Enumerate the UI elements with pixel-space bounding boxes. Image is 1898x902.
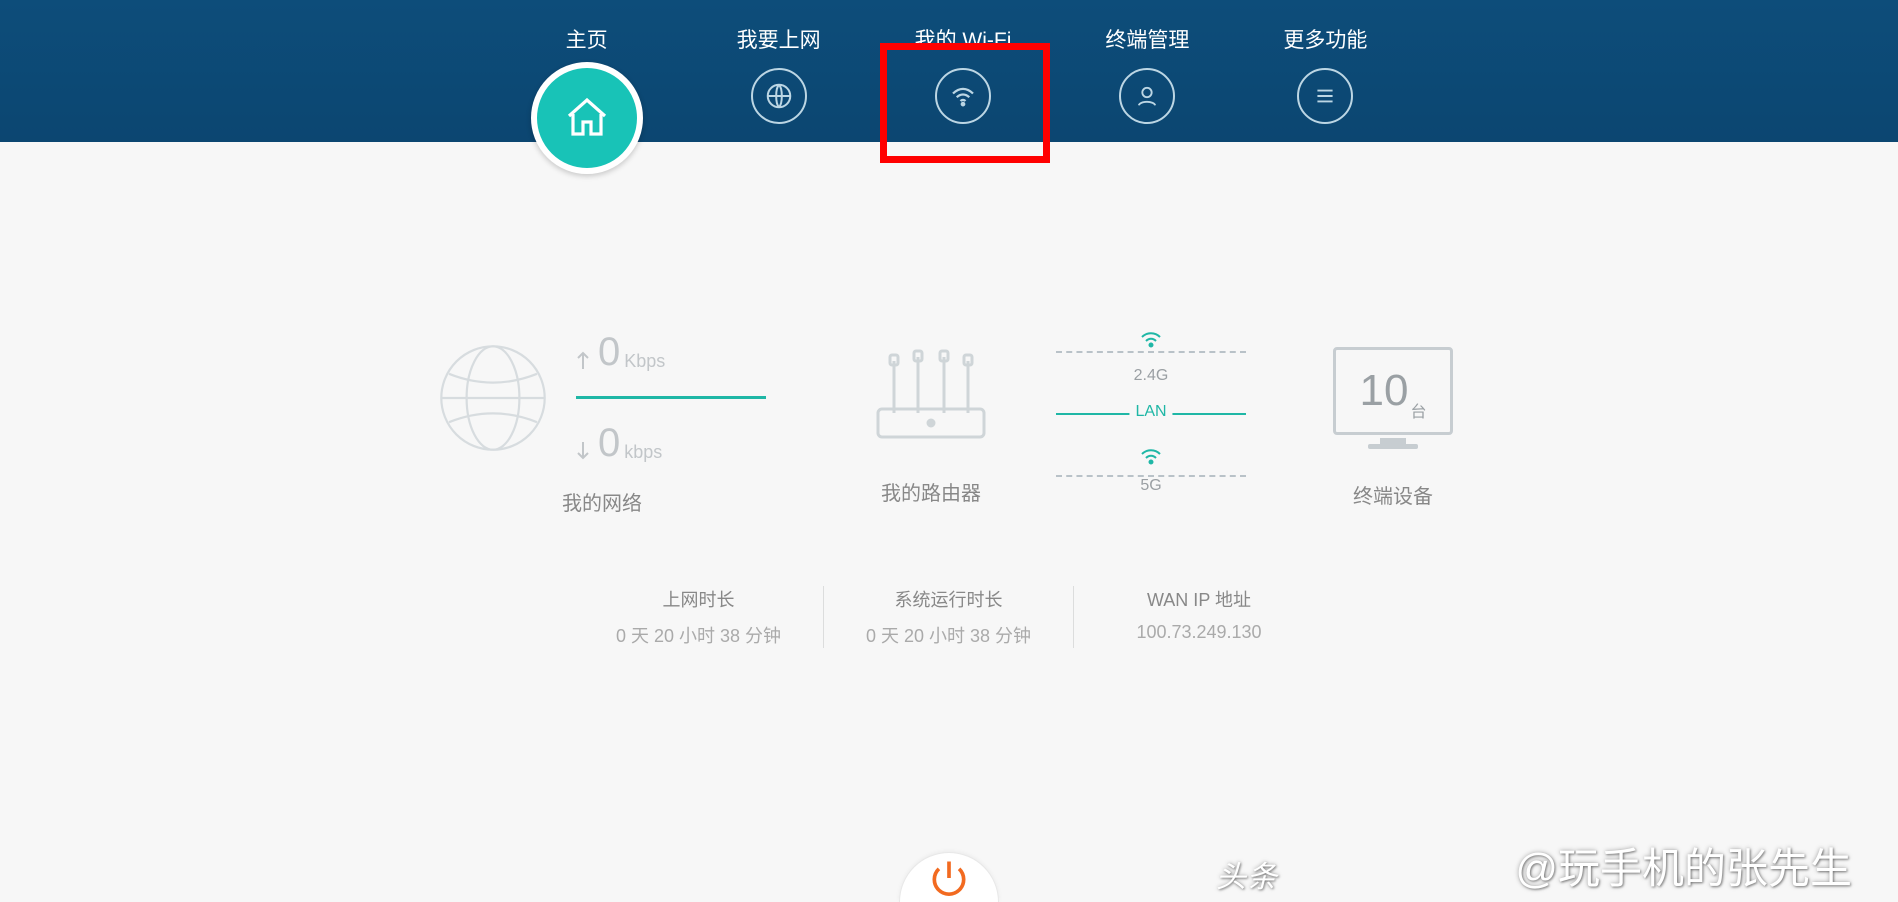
power-button[interactable] xyxy=(899,852,999,902)
network-block[interactable]: 0 Kbps 0 kbps 我的网络 xyxy=(438,332,766,516)
band-24g: 2.4G xyxy=(1128,367,1175,385)
network-title: 我的网络 xyxy=(562,487,642,516)
monitor-icon: 10 台 xyxy=(1326,340,1460,456)
power-icon xyxy=(927,856,971,900)
stat-online-time: 上网时长 0 天 20 小时 38 分钟 xyxy=(574,586,824,648)
home-icon xyxy=(531,62,643,174)
wifi-mini-icon xyxy=(1138,446,1164,471)
nav-more-label: 更多功能 xyxy=(1283,24,1367,54)
clients-title: 终端设备 xyxy=(1353,480,1433,509)
nav-internet-label: 我要上网 xyxy=(737,24,821,54)
stat-wan-ip: WAN IP 地址 100.73.249.130 xyxy=(1074,586,1324,648)
client-count: 10 xyxy=(1360,366,1409,416)
clients-block[interactable]: 10 台 终端设备 xyxy=(1326,340,1460,509)
wifi-icon xyxy=(935,68,991,124)
lan-label: LAN xyxy=(1129,403,1172,421)
dashboard: 0 Kbps 0 kbps 我的网络 xyxy=(0,142,1898,648)
nav-internet[interactable]: 我要上网 xyxy=(737,24,821,124)
download-speed: 0 kbps xyxy=(576,423,766,463)
nav-home-label: 主页 xyxy=(566,24,608,54)
user-icon xyxy=(1119,68,1175,124)
router-title: 我的路由器 xyxy=(881,477,981,506)
nav-wifi-label: 我的 Wi-Fi xyxy=(915,24,1012,54)
lan-diagram: 2.4G LAN 5G xyxy=(1056,339,1246,489)
nav-more[interactable]: 更多功能 xyxy=(1283,24,1367,124)
nav-devices-label: 终端管理 xyxy=(1105,24,1189,54)
stats-row: 上网时长 0 天 20 小时 38 分钟 系统运行时长 0 天 20 小时 38… xyxy=(574,586,1324,648)
client-unit: 台 xyxy=(1410,398,1426,422)
network-globe-icon xyxy=(438,343,548,453)
speed-divider xyxy=(576,396,766,399)
arrow-up-icon xyxy=(576,348,590,372)
nav-home[interactable]: 主页 xyxy=(531,24,643,174)
arrow-down-icon xyxy=(576,439,590,463)
band-5g: 5G xyxy=(1134,477,1167,495)
menu-icon xyxy=(1297,68,1353,124)
globe-icon xyxy=(751,68,807,124)
nav-devices[interactable]: 终端管理 xyxy=(1105,24,1189,124)
header-nav: 主页 我要上网 我的 Wi-Fi xyxy=(0,0,1898,142)
router-block[interactable]: 我的路由器 xyxy=(856,343,1006,506)
watermark: 头条 xyxy=(1216,852,1278,896)
router-icon xyxy=(856,343,1006,453)
upload-speed: 0 Kbps xyxy=(576,332,766,372)
nav-wifi[interactable]: 我的 Wi-Fi xyxy=(915,24,1012,124)
stat-uptime: 系统运行时长 0 天 20 小时 38 分钟 xyxy=(824,586,1074,648)
watermark: @玩手机的张先生 xyxy=(1515,835,1852,896)
